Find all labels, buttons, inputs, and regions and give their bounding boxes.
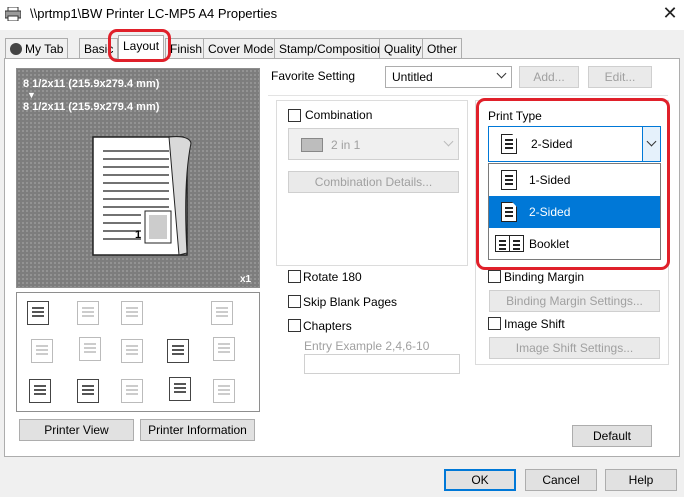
print-type-select[interactable]: 2-Sided (488, 126, 661, 162)
favorite-setting-select[interactable]: Untitled (385, 66, 512, 88)
schedule-page-icon[interactable] (169, 377, 191, 401)
image-shift-checkbox[interactable] (488, 317, 501, 330)
font-page-icon[interactable] (121, 339, 143, 363)
booklet-icon-right (509, 235, 524, 252)
fold-page-icon[interactable] (29, 379, 51, 403)
combination-value: 2 in 1 (331, 138, 361, 152)
skip-blank-pages-label: Skip Blank Pages (303, 295, 398, 309)
print-type-value: 2-Sided (531, 137, 573, 151)
tab-quality[interactable]: Quality (379, 38, 427, 58)
tab-label: Other (427, 42, 458, 56)
ok-button[interactable]: OK (444, 469, 516, 491)
tab-label: My Tab (25, 42, 64, 56)
dropdown-button[interactable] (642, 127, 660, 161)
tab-label: Layout (123, 39, 160, 53)
chapters-checkbox[interactable] (288, 319, 301, 332)
binding-margin-settings-button[interactable]: Binding Margin Settings... (489, 290, 660, 312)
tab-label: Cover Mode (208, 42, 274, 56)
stamp-icon[interactable] (213, 337, 235, 361)
double-sided-page-icon (501, 134, 517, 154)
printer-icon (5, 7, 21, 21)
stack-pages-icon[interactable] (31, 339, 53, 363)
print-type-option-2-sided[interactable]: 2-Sided (489, 196, 660, 228)
default-button[interactable]: Default (572, 425, 652, 447)
paper-size-original: 8 1/2x11 (215.9x279.4 mm) (23, 78, 160, 90)
favorite-setting-label: Favorite Setting (271, 69, 356, 83)
combine-pages-icon[interactable] (79, 337, 101, 361)
tab-layout[interactable]: Layout (118, 35, 165, 59)
layout-preview: 8 1/2x11 (215.9x279.4 mm) ▼ 8 1/2x11 (21… (16, 68, 260, 288)
printer-view-button[interactable]: Printer View (19, 419, 134, 441)
output-tray-icon[interactable] (27, 301, 49, 325)
two-in-one-icon (301, 138, 323, 152)
print-type-option-1-sided[interactable]: 1-Sided (489, 164, 660, 196)
page-number: 1 (135, 229, 142, 241)
favorite-edit-button[interactable]: Edit... (588, 66, 652, 88)
image-shift-settings-button[interactable]: Image Shift Settings... (489, 337, 660, 359)
entry-example-label: Entry Example 2,4,6-10 (304, 339, 430, 353)
copies-indicator: x1 (240, 274, 252, 285)
print-type-dropdown-list: 1-Sided 2-Sided Booklet (488, 163, 661, 260)
double-sided-page-icon (501, 202, 517, 222)
option-label: Booklet (529, 237, 570, 251)
separator (268, 95, 668, 96)
combination-label: Combination (305, 108, 373, 122)
tab-cover-mode[interactable]: Cover Mode (203, 38, 279, 58)
skip-blank-pages-checkbox[interactable] (288, 295, 301, 308)
tab-stamp-composition[interactable]: Stamp/Composition (274, 38, 389, 58)
tab-other[interactable]: Other (422, 38, 463, 58)
tab-label: Finish (170, 42, 203, 56)
tab-finish[interactable]: Finish (165, 38, 208, 58)
paper-size-output: 8 1/2x11 (215.9x279.4 mm) (23, 101, 160, 113)
favorite-setting-value: Untitled (392, 70, 433, 84)
window-title: \\prtmp1\BW Printer LC-MP5 A4 Properties (30, 6, 278, 21)
print-type-label: Print Type (488, 109, 542, 123)
close-icon[interactable]: ✕ (660, 3, 680, 24)
binding-margin-label: Binding Margin (504, 270, 585, 284)
chevron-down-icon (646, 136, 657, 147)
chapters-label: Chapters (303, 319, 352, 333)
rotate-180-checkbox[interactable] (288, 270, 301, 283)
function-icon-grid (16, 292, 260, 412)
overlay-page-icon[interactable] (167, 339, 189, 363)
binding-margin-checkbox[interactable] (488, 270, 501, 283)
user-auth-icon[interactable] (77, 379, 99, 403)
rotate-180-label: Rotate 180 (303, 270, 362, 284)
account-track-icon[interactable] (121, 379, 143, 403)
user-icon (10, 43, 22, 55)
cancel-button[interactable]: Cancel (525, 469, 597, 491)
tab-my-tab[interactable]: My Tab (5, 38, 69, 58)
image-shift-label: Image Shift (504, 317, 565, 331)
rotate-page-icon[interactable] (211, 301, 233, 325)
chapters-input[interactable] (304, 354, 460, 374)
option-label: 1-Sided (529, 173, 571, 187)
watermark-icon[interactable] (77, 301, 99, 325)
duplex-page-preview-icon (92, 136, 192, 256)
title-bar: \\prtmp1\BW Printer LC-MP5 A4 Properties… (0, 0, 684, 30)
help-button[interactable]: Help (605, 469, 677, 491)
booklet-page-icon[interactable] (213, 379, 235, 403)
copy-pages-icon[interactable] (121, 301, 143, 325)
booklet-icon (495, 235, 510, 252)
combination-details-button[interactable]: Combination Details... (288, 171, 459, 193)
favorite-add-button[interactable]: Add... (519, 66, 579, 88)
printer-information-button[interactable]: Printer Information (140, 419, 255, 441)
combination-checkbox[interactable] (288, 109, 301, 122)
chevron-down-icon (443, 136, 454, 147)
print-type-option-booklet[interactable]: Booklet (489, 228, 660, 260)
chevron-down-icon (496, 68, 507, 79)
tab-label: Basic (84, 42, 114, 56)
down-arrow-icon: ▼ (27, 90, 36, 100)
option-label: 2-Sided (529, 205, 571, 219)
tab-basic[interactable]: Basic (79, 38, 119, 58)
combination-select[interactable]: 2 in 1 (288, 128, 459, 160)
single-sided-page-icon (501, 170, 517, 190)
tab-label: Stamp/Composition (279, 42, 384, 56)
tab-label: Quality (384, 42, 422, 56)
